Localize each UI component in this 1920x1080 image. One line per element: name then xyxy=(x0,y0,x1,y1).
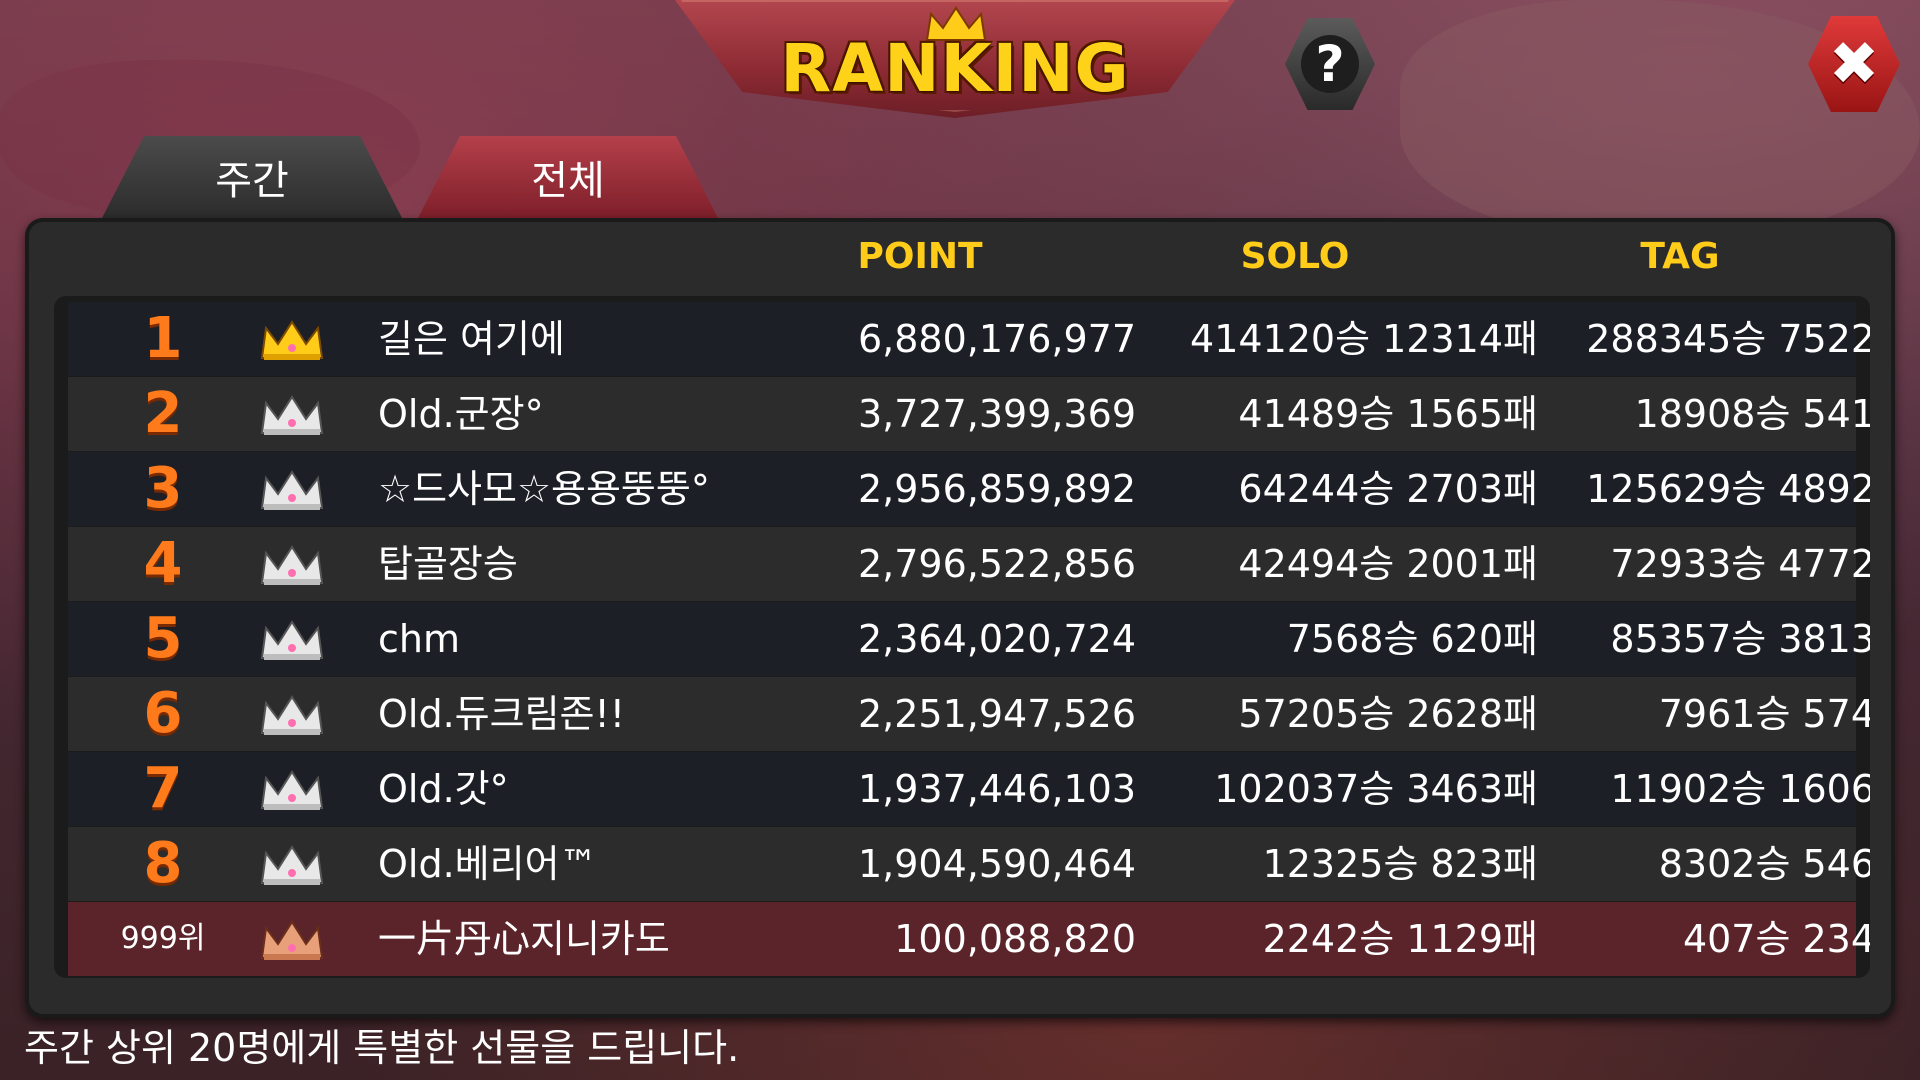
ranking-row[interactable]: 8 Old.베리어™ 1,904,590,464 12325승 823패 8302승 5… xyxy=(68,827,1870,901)
player-name: Old.베리어™ xyxy=(378,842,598,886)
rank-number: 7 xyxy=(143,756,183,821)
player-point: 1,937,446,103 xyxy=(857,767,1136,811)
ranking-row[interactable]: 6 Old.듀크림존!! 2,251,947,526 57205승 2628패 7961… xyxy=(68,677,1870,751)
ranking-row[interactable]: 3 ☆드사모☆용용뚱뚱° 2,956,859,892 64244승 2703패 1256… xyxy=(68,452,1870,526)
player-solo-record: 57205승 2628패 xyxy=(1238,692,1538,736)
player-solo-record: 2242승 1129패 xyxy=(1262,917,1538,961)
player-point: 2,796,522,856 xyxy=(857,542,1136,586)
column-header-tag: TAG xyxy=(1640,236,1720,277)
silver-crown-icon xyxy=(260,845,324,885)
silver-crown-icon xyxy=(260,620,324,660)
tab-total[interactable]: 전체 xyxy=(418,136,718,218)
player-solo-record: 7568승 620패 xyxy=(1286,617,1538,661)
tab-weekly-label: 주간 xyxy=(215,158,289,204)
gold-crown-icon xyxy=(260,320,324,360)
player-name: Old.군장° xyxy=(378,392,544,436)
bronze-crown-icon xyxy=(260,920,324,960)
player-point: 3,727,399,369 xyxy=(857,392,1136,436)
player-name: Old.듀크림존!! xyxy=(378,692,625,736)
player-name: 길은 여기에 xyxy=(378,317,565,361)
player-tag-record: 288345승 7522패 xyxy=(1586,317,1870,361)
player-solo-record: 41489승 1565패 xyxy=(1238,392,1538,436)
ranking-row[interactable]: 2 Old.군장° 3,727,399,369 41489승 1565패 18908승 … xyxy=(68,377,1870,451)
silver-crown-icon xyxy=(260,770,324,810)
column-header-solo: SOLO xyxy=(1240,236,1350,277)
silver-crown-icon xyxy=(260,470,324,510)
player-point: 100,088,820 xyxy=(894,917,1136,961)
player-tag-record: 125629승 4892패 xyxy=(1586,467,1870,511)
player-solo-record: 12325승 823패 xyxy=(1262,842,1538,886)
page-title: RANKING xyxy=(780,30,1130,107)
player-tag-record: 72933승 4772패 xyxy=(1610,542,1870,586)
silver-crown-icon xyxy=(260,395,324,435)
player-name: chm xyxy=(378,617,460,661)
player-tag-record: 11902승 1606패 xyxy=(1610,767,1870,811)
rank-number: 999위 xyxy=(120,921,206,956)
rank-number: 2 xyxy=(143,381,183,446)
column-header-point: POINT xyxy=(857,236,983,277)
rank-number: 5 xyxy=(143,606,183,671)
ranking-row[interactable]: 5 chm 2,364,020,724 7568승 620패 85357승 3813패 xyxy=(68,602,1870,676)
player-point: 6,880,176,977 xyxy=(857,317,1136,361)
footer-note: 주간 상위 20명에게 특별한 선물을 드립니다. xyxy=(24,1026,740,1070)
silver-crown-icon xyxy=(260,695,324,735)
player-tag-record: 18908승 541패 xyxy=(1634,392,1870,436)
player-point: 2,956,859,892 xyxy=(857,467,1136,511)
ranking-row[interactable]: 4 탑골장승 2,796,522,856 42494승 2001패 72933승 477… xyxy=(68,527,1870,601)
rank-number: 6 xyxy=(143,681,183,746)
close-icon: ✖ xyxy=(1828,29,1880,99)
player-solo-record: 42494승 2001패 xyxy=(1238,542,1538,586)
player-solo-record: 414120승 12314패 xyxy=(1190,317,1538,361)
ranking-row[interactable]: 1 길은 여기에 6,880,176,977 414120승 12314패 288345… xyxy=(68,302,1870,376)
player-point: 1,904,590,464 xyxy=(857,842,1136,886)
silver-crown-icon xyxy=(260,545,324,585)
rank-number: 8 xyxy=(143,831,183,896)
ranking-row[interactable]: 7 Old.갓° 1,937,446,103 102037승 3463패 11902승 … xyxy=(68,752,1870,826)
player-name: Old.갓° xyxy=(378,767,509,811)
player-tag-record: 7961승 574패 xyxy=(1658,692,1870,736)
ranking-list[interactable]: 1 길은 여기에 6,880,176,977 414120승 12314패 288345… xyxy=(54,296,1870,978)
player-point: 2,251,947,526 xyxy=(857,692,1136,736)
tab-weekly[interactable]: 주간 xyxy=(102,136,402,218)
help-icon: ? xyxy=(1301,35,1359,93)
my-ranking-row[interactable]: 999위 一片丹心지니카도 100,088,820 2242승 1129패 40… xyxy=(68,902,1870,976)
player-name: 탑골장승 xyxy=(378,542,518,586)
player-tag-record: 8302승 546패 xyxy=(1658,842,1870,886)
help-button[interactable]: ? xyxy=(1285,18,1375,110)
rank-number: 3 xyxy=(143,456,183,521)
player-point: 2,364,020,724 xyxy=(857,617,1136,661)
player-tag-record: 85357승 3813패 xyxy=(1610,617,1870,661)
rank-number: 1 xyxy=(143,306,183,371)
player-solo-record: 64244승 2703패 xyxy=(1238,467,1538,511)
player-solo-record: 102037승 3463패 xyxy=(1214,767,1538,811)
player-name: ☆드사모☆용용뚱뚱° xyxy=(378,467,710,511)
tab-total-label: 전체 xyxy=(531,158,605,204)
rank-number: 4 xyxy=(143,531,183,596)
player-name: 一片丹心지니카도 xyxy=(378,917,670,961)
player-tag-record: 407승 234패 xyxy=(1682,917,1870,961)
